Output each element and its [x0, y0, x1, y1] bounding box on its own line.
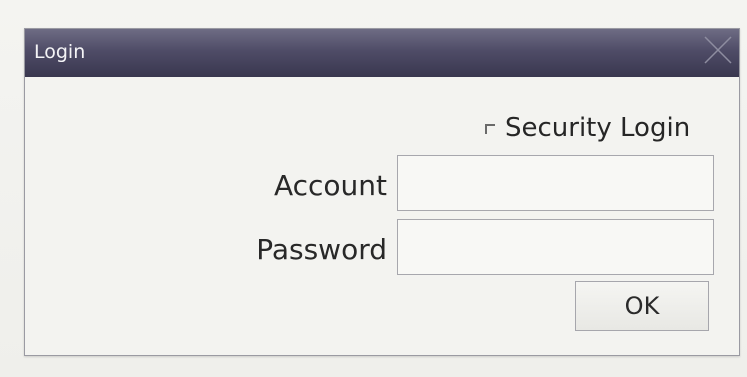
login-dialog: Login Security Login Account Password OK	[24, 28, 740, 356]
dialog-title: Login	[34, 41, 86, 63]
password-input[interactable]	[397, 219, 714, 275]
screen: Login Security Login Account Password OK	[0, 0, 747, 377]
close-icon[interactable]	[701, 33, 735, 67]
account-label: Account	[273, 169, 387, 202]
ok-button[interactable]: OK	[575, 281, 709, 331]
password-label: Password	[256, 233, 387, 266]
security-login-option[interactable]: Security Login	[485, 113, 690, 143]
account-input[interactable]	[397, 155, 714, 211]
title-bar[interactable]: Login	[25, 29, 739, 77]
security-login-label: Security Login	[505, 113, 691, 143]
security-login-checkbox[interactable]	[485, 124, 495, 134]
